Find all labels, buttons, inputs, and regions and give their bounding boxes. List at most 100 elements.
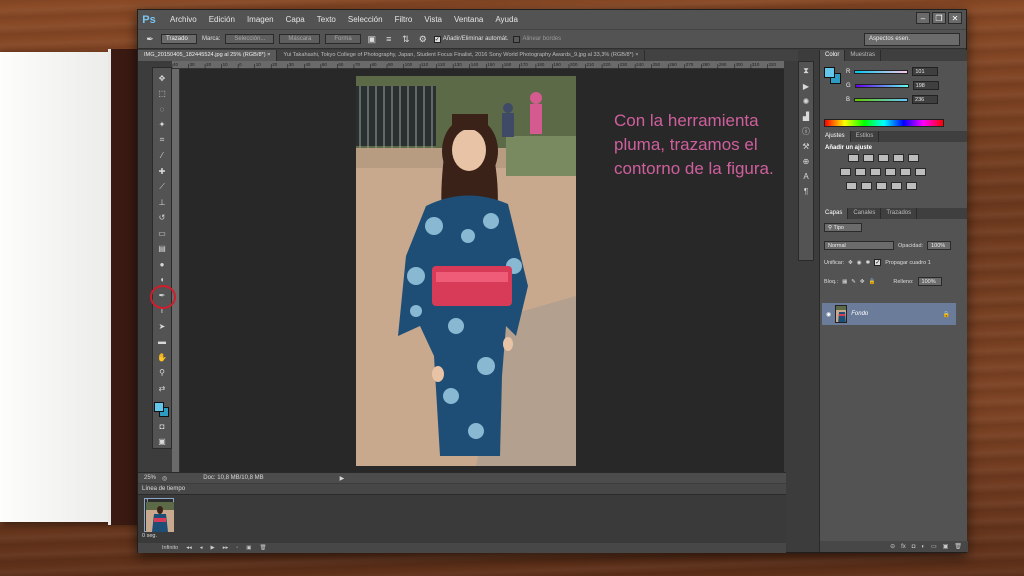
tween-icon[interactable]: ◦ — [236, 545, 238, 551]
screen-mode-icon[interactable]: ▣ — [155, 435, 169, 448]
eyedropper-tool-icon[interactable]: ⁄ — [155, 150, 169, 163]
add-mask-icon[interactable]: ◘ — [912, 544, 916, 550]
lasso-tool-icon[interactable]: ◌ — [155, 103, 169, 116]
first-frame-icon[interactable]: ◂◂ — [186, 545, 192, 551]
crop-tool-icon[interactable]: ⌗ — [155, 134, 169, 147]
blue-slider[interactable] — [854, 97, 909, 102]
new-layer-icon[interactable]: ▣ — [943, 543, 949, 550]
auto-add-delete-checkbox[interactable]: ✓ Añadir/Eliminar automát. — [433, 35, 508, 43]
clone-source-icon[interactable]: ⊕ — [801, 156, 811, 166]
selective-color-icon[interactable] — [891, 182, 902, 190]
layer-fondo[interactable]: ◉ Fondo 🔒 — [822, 303, 956, 325]
lock-pixels-icon[interactable]: ▦ — [842, 279, 847, 285]
unify-position-icon[interactable]: ✥ — [848, 260, 853, 266]
character-icon[interactable]: A — [801, 171, 811, 181]
black-white-icon[interactable] — [870, 168, 881, 176]
actions-icon[interactable]: ▶ — [801, 81, 811, 91]
history-icon[interactable]: ⧗ — [801, 66, 811, 76]
lock-paint-icon[interactable]: ✎ — [851, 279, 856, 285]
play-icon[interactable]: ▶ — [211, 545, 215, 551]
fill-field[interactable]: 100% — [917, 277, 942, 286]
menu-capa[interactable]: Capa — [280, 10, 311, 29]
blue-value[interactable]: 236 — [912, 95, 939, 104]
duplicate-frame-icon[interactable]: ▣ — [246, 545, 251, 551]
menu-texto[interactable]: Texto — [311, 10, 342, 29]
new-group-icon[interactable]: ▭ — [931, 543, 937, 550]
brush-tool-icon[interactable]: ⟋ — [155, 181, 169, 194]
brush-presets-icon[interactable]: ✺ — [801, 96, 811, 106]
menu-imagen[interactable]: Imagen — [241, 10, 280, 29]
green-value[interactable]: 198 — [912, 81, 939, 90]
workspace-select[interactable]: Aspectos esen. — [864, 33, 960, 46]
menu-vista[interactable]: Vista — [418, 10, 448, 29]
invert-icon[interactable] — [846, 182, 857, 190]
tool-presets-icon[interactable]: ⚒ — [801, 141, 811, 151]
tab-estilos[interactable]: Estilos — [851, 131, 880, 142]
histogram-icon[interactable]: ▟ — [801, 111, 811, 121]
link-layers-icon[interactable]: ⊝ — [890, 543, 895, 550]
path-alignment-icon[interactable]: ≡ — [383, 33, 395, 45]
layer-filter-select[interactable]: ⚲ Tipo — [824, 223, 862, 232]
blend-mode-select[interactable]: Normal — [824, 241, 894, 250]
menu-filtro[interactable]: Filtro — [389, 10, 419, 29]
red-slider[interactable] — [854, 69, 909, 74]
menu-ventana[interactable]: Ventana — [448, 10, 489, 29]
tab-ajustes[interactable]: Ajustes — [820, 131, 851, 142]
quick-mask-icon[interactable]: ◘ — [155, 420, 169, 433]
unify-style-icon[interactable]: ✱ — [866, 260, 871, 266]
paragraph-icon[interactable]: ¶ — [801, 186, 811, 196]
move-tool-icon[interactable]: ✥ — [155, 72, 169, 85]
opacity-field[interactable]: 100% — [927, 241, 952, 250]
timeline-frame[interactable]: 1 — [144, 498, 174, 532]
menu-archivo[interactable]: Archivo — [164, 10, 203, 29]
tab-muestras[interactable]: Muestras — [845, 50, 882, 61]
swap-colors-icon[interactable]: ⇄ — [155, 382, 169, 395]
channel-mixer-icon[interactable] — [900, 168, 911, 176]
status-arrow-icon[interactable]: ▶ — [340, 475, 345, 482]
path-operations-icon[interactable]: ▣ — [366, 33, 378, 45]
seleccion-button[interactable]: Selección... — [225, 34, 275, 44]
tab-trazados[interactable]: Trazados — [881, 208, 918, 219]
menu-ayuda[interactable]: Ayuda — [489, 10, 524, 29]
gradient-tool-icon[interactable]: ▤ — [155, 243, 169, 256]
curves-icon[interactable] — [878, 154, 889, 162]
posterize-icon[interactable] — [861, 182, 872, 190]
minimize-icon[interactable]: – — [916, 12, 930, 24]
foreground-background-swatch[interactable] — [154, 401, 170, 417]
gear-icon[interactable]: ⚙ — [417, 33, 429, 45]
blur-tool-icon[interactable]: ● — [155, 258, 169, 271]
marquee-tool-icon[interactable]: ⬚ — [155, 88, 169, 101]
layer-style-icon[interactable]: fx — [901, 544, 906, 550]
menu-edicion[interactable]: Edición — [203, 10, 241, 29]
new-adjustment-icon[interactable]: ◐ — [921, 544, 925, 550]
delete-frame-icon[interactable]: 🗑 — [259, 545, 266, 551]
shape-tool-icon[interactable]: ▬ — [155, 336, 169, 349]
path-arrangement-icon[interactable]: ⇅ — [400, 33, 412, 45]
forma-button[interactable]: Forma — [325, 34, 361, 44]
delete-layer-icon[interactable]: 🗑 — [954, 543, 962, 550]
vibrance-icon[interactable] — [908, 154, 919, 162]
tab-img-20150405[interactable]: IMG_20150405_182445524.jpg al 25% (RGB/8… — [138, 50, 278, 61]
document-canvas[interactable]: Con la herramienta pluma, trazamos el co… — [180, 69, 784, 472]
tool-mode-select[interactable]: Trazado — [161, 34, 197, 44]
gradient-map-icon[interactable] — [906, 182, 917, 190]
history-brush-tool-icon[interactable]: ↺ — [155, 212, 169, 225]
info-icon[interactable]: ⓘ — [801, 126, 811, 136]
threshold-icon[interactable] — [876, 182, 887, 190]
quick-select-tool-icon[interactable]: ✦ — [155, 119, 169, 132]
prev-frame-icon[interactable]: ◂ — [200, 545, 203, 551]
photo-woman-in-yukata[interactable] — [356, 76, 576, 466]
lock-move-icon[interactable]: ✥ — [860, 279, 865, 285]
color-panel-foreground[interactable] — [824, 67, 835, 78]
align-edges-checkbox[interactable]: Alinear bordes — [513, 35, 561, 43]
loop-select[interactable]: Infinito — [162, 545, 178, 551]
path-select-tool-icon[interactable]: ➤ — [155, 320, 169, 333]
color-balance-icon[interactable] — [855, 168, 866, 176]
zoom-tool-icon[interactable]: ⚲ — [155, 367, 169, 380]
zoom-level[interactable]: 25% — [144, 475, 156, 481]
green-slider[interactable] — [854, 83, 909, 88]
red-value[interactable]: 101 — [912, 67, 939, 76]
frame-delay[interactable]: 0 seg. — [142, 533, 157, 539]
lock-all-icon[interactable]: 🔒 — [869, 279, 876, 285]
eye-icon[interactable]: ◉ — [826, 311, 831, 318]
